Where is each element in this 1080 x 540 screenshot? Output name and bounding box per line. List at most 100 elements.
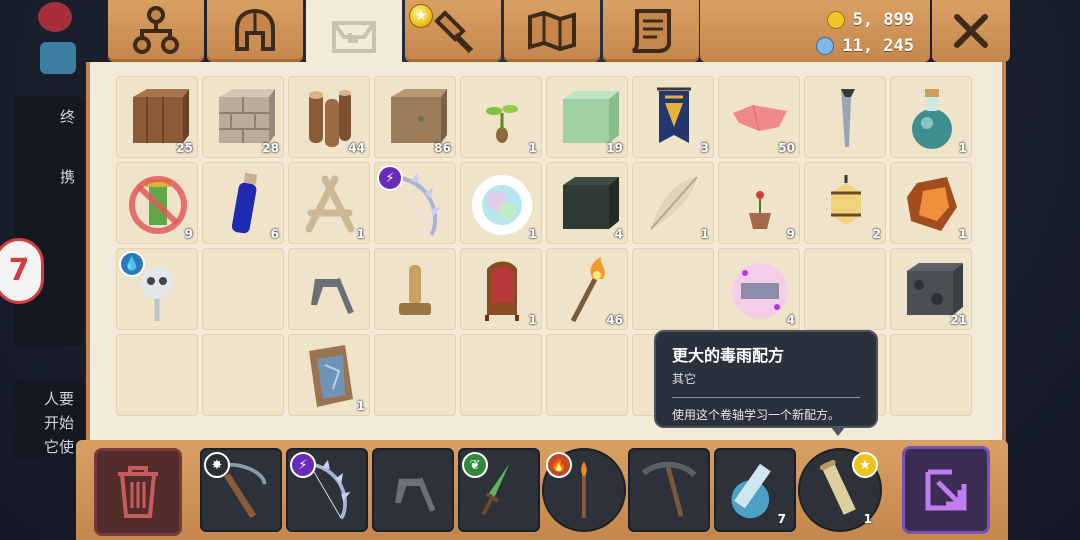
gem-display: 11, 245	[816, 36, 914, 56]
inventory-slot[interactable]: 1	[890, 162, 972, 244]
inventory-slot[interactable]: 25	[116, 76, 198, 158]
inventory-slot[interactable]: 50	[718, 76, 800, 158]
item-count: 1	[958, 227, 967, 241]
trash-icon	[118, 466, 158, 518]
map-icon	[528, 10, 576, 52]
hotbar-slot[interactable]: ✸	[200, 448, 282, 532]
amber-ore-icon	[907, 177, 957, 231]
inventory-slot[interactable]: 21	[890, 248, 972, 330]
inventory-slot[interactable]	[374, 248, 456, 330]
inventory-slot[interactable]	[804, 76, 886, 158]
inventory-slot[interactable]: 19	[546, 76, 628, 158]
gold-coin-icon	[826, 11, 845, 29]
inventory-slot[interactable]: 1	[288, 334, 370, 416]
banner-icon	[657, 87, 691, 143]
scroll-icon	[631, 9, 671, 53]
inventory-slot[interactable]: ⚡	[374, 162, 456, 244]
hotbar-slot[interactable]: ❦	[458, 448, 540, 532]
inventory-slot[interactable]: 4	[718, 248, 800, 330]
seedling-icon	[486, 105, 518, 143]
side-text: 开始	[44, 414, 75, 432]
star-badge-icon: ★	[852, 452, 878, 478]
potion-icon	[912, 89, 952, 149]
inventory-slot[interactable]: 1	[632, 162, 714, 244]
sun-badge-icon: ✸	[204, 452, 230, 478]
tooltip-arrow	[830, 426, 846, 436]
move-arrow-icon	[925, 469, 967, 511]
inventory-slot[interactable]: 1	[460, 248, 542, 330]
item-tooltip: 更大的毒雨配方 其它 使用这个卷轴学习一个新配方。	[654, 330, 878, 428]
inventory-slot[interactable]	[116, 334, 198, 416]
inventory-slot[interactable]	[460, 334, 542, 416]
inventory-slot[interactable]: 9	[116, 162, 198, 244]
leaf-badge-icon: ❦	[462, 452, 488, 478]
inventory-slot[interactable]	[374, 334, 456, 416]
close-icon	[954, 14, 988, 48]
inventory-slot[interactable]: 1	[890, 76, 972, 158]
throne-icon	[485, 261, 519, 321]
inventory-slot[interactable]	[804, 248, 886, 330]
inventory-slot[interactable]: 9	[718, 162, 800, 244]
item-count: 44	[348, 141, 365, 155]
inventory-slot[interactable]: 💧	[116, 248, 198, 330]
inventory-slot[interactable]: 1	[460, 76, 542, 158]
item-count: 9	[786, 227, 795, 241]
hotbar-slot[interactable]: ★ 1	[798, 448, 882, 532]
gem-icon	[816, 37, 835, 55]
inventory-slot[interactable]: 46	[546, 248, 628, 330]
item-count: 28	[262, 141, 279, 155]
hotbar-slot[interactable]: 🔥	[542, 448, 626, 532]
tab-quests[interactable]	[603, 0, 699, 62]
item-count: 1	[356, 399, 365, 413]
tab-inventory[interactable]	[306, 0, 402, 70]
hotbar-slot[interactable]: ⚡	[286, 448, 368, 532]
side-text: 人要	[44, 390, 75, 408]
inventory-slot[interactable]: 28	[202, 76, 284, 158]
gold-amount: 5, 899	[852, 10, 914, 30]
inventory-slot[interactable]	[632, 248, 714, 330]
pickaxe-icon	[641, 461, 697, 517]
skill-tree-icon	[133, 6, 179, 54]
item-count: 1	[528, 313, 537, 327]
item-count: 86	[434, 141, 451, 155]
feather-icon	[650, 176, 698, 230]
inventory-slot[interactable]: 3	[632, 76, 714, 158]
tab-equipment[interactable]	[207, 0, 303, 62]
hotbar: ✸ ⚡ ❦ 🔥 7 ★ 1	[76, 440, 1008, 540]
tab-bar: ★ 5, 899 11, 245	[66, 0, 1010, 70]
move-item-button[interactable]	[902, 446, 990, 534]
inventory-slot[interactable]	[890, 334, 972, 416]
tab-crafting[interactable]: ★	[405, 0, 501, 62]
new-star-icon: ★	[409, 4, 433, 28]
inventory-slot[interactable]	[202, 334, 284, 416]
tooltip-category: 其它	[672, 372, 697, 386]
inventory-slot[interactable]: 86	[374, 76, 456, 158]
hotbar-slot[interactable]: 7	[714, 448, 796, 532]
inventory-slot[interactable]: 2	[804, 162, 886, 244]
side-text: 终	[60, 108, 76, 126]
fire-badge-icon: 🔥	[546, 452, 572, 478]
inventory-slot[interactable]	[288, 248, 370, 330]
brass-key-icon	[399, 265, 431, 315]
inventory-slot[interactable]	[546, 334, 628, 416]
inventory-slot[interactable]: 4	[546, 162, 628, 244]
tooltip-divider	[672, 397, 860, 398]
hotbar-slot[interactable]	[372, 448, 454, 532]
lightning-badge-icon: ⚡	[290, 452, 316, 478]
inventory-slot[interactable]	[202, 248, 284, 330]
trash-button[interactable]	[94, 448, 182, 536]
gold-display: 5, 899	[826, 10, 914, 30]
side-text: 它使	[44, 438, 75, 456]
inventory-slot[interactable]: 44	[288, 76, 370, 158]
tab-skills[interactable]	[108, 0, 204, 62]
inventory-slot[interactable]: 1	[460, 162, 542, 244]
inventory-slot[interactable]: 6	[202, 162, 284, 244]
crystal-shield-icon	[309, 345, 353, 407]
tab-map[interactable]	[504, 0, 600, 62]
inventory-slot[interactable]: 1	[288, 162, 370, 244]
close-button[interactable]	[932, 0, 1010, 62]
item-count: 19	[606, 141, 623, 155]
hotbar-slot[interactable]	[628, 448, 710, 532]
bone-frame-icon	[305, 175, 355, 233]
item-count: 1	[528, 227, 537, 241]
